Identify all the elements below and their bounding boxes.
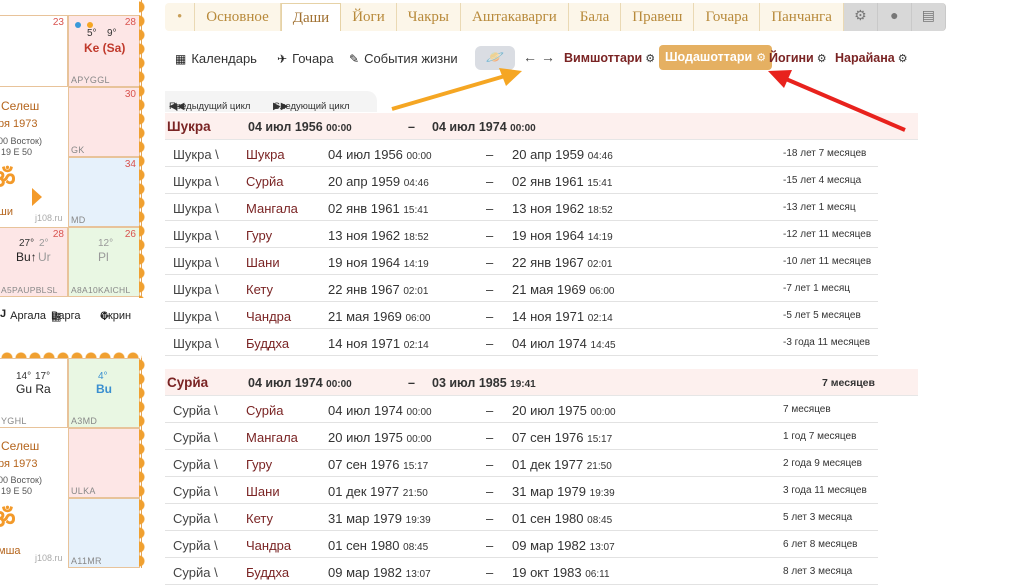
table-row[interactable]: Сурйа \ Кету 31 мар 1979 19:39 – 01 сен … [165,504,878,531]
dasha-group-header[interactable]: Шукра 04 июл 1956 00:00 – 04 июл 1974 00… [165,113,918,140]
chart-cell-bu[interactable]: 4° Bu A3MD [68,358,140,428]
table-row[interactable]: Шукра \ Кету 22 янв 1967 02:01 – 21 мая … [165,275,878,302]
tab-pravesh[interactable]: Правеш [621,3,695,31]
argala-icon: J [0,308,7,320]
chart-frame [0,348,142,358]
gear-icon: ⚙ [756,52,767,64]
chart-frame [139,0,151,298]
table-row[interactable]: Сурйа \ Гуру 07 сен 1976 15:17 – 01 дек … [165,450,878,477]
planet-toggle-button[interactable]: 🪐 [475,46,515,70]
globe-icon[interactable]: ● [877,3,912,31]
chart-cell-pl[interactable]: 26 12° Pl A8A10KAICHL [68,227,140,297]
tab-osnovnoe[interactable]: Основное [195,3,281,31]
gear-icon: ⚙ [816,53,827,65]
chart-panel: 23 28 5° 9° Ke (Sa) APYGGL Селеш ря 1973… [0,0,152,568]
dot-icon [75,22,81,28]
tab-bala[interactable]: Бала [569,3,622,31]
table-row[interactable]: Шукра \ Буддха 14 ноя 1971 02:14 – 04 ию… [165,329,878,356]
red-arrowhead [768,70,792,88]
table-row[interactable]: Шукра \ Чандра 21 мая 1969 06:00 – 14 но… [165,302,878,329]
life-events-button[interactable]: ✎ События жизни [349,51,458,66]
calendar-button[interactable]: ▦ Календарь [175,51,257,66]
chart-frame [139,358,151,568]
navamsha-chart: 14° 17° Gu Ra YGHL 4° Bu A3MD Селеш ря 1… [0,358,151,568]
chart-cell-ulka[interactable]: ULKA [68,428,140,498]
orange-arrowhead [499,68,522,86]
chart-cell-mr[interactable]: A11MR [68,498,140,568]
table-row[interactable]: Сурйа \ Чандра 01 сен 1980 08:45 – 09 ма… [165,531,878,558]
table-row[interactable]: Сурйа \ Сурйа 04 июл 1974 00:00 – 20 июл… [165,396,878,423]
tab-gochara[interactable]: Гочара [694,3,761,31]
tab-yogi[interactable]: Йоги [341,3,397,31]
tab-chakry[interactable]: Чакры [397,3,461,31]
chart-cell[interactable]: 23 [0,15,68,87]
edit-icon: ✎ [349,52,360,66]
arrow-left-icon[interactable]: ← [523,49,537,65]
chart-toolbar: J Аргала ▦ Варга ✥ Скрин [0,308,132,323]
book-icon[interactable]: ▤ [911,3,946,31]
chart-cell-gura[interactable]: 14° 17° Gu Ra YGHL [0,358,68,428]
chart-cell-ke[interactable]: 28 5° 9° Ke (Sa) APYGGL [68,15,140,87]
airplane-icon: ✈ [277,52,288,66]
argala-button[interactable]: J Аргала [0,308,46,322]
chart-cell-gk[interactable]: 30 GK [68,87,140,157]
om-icon: ॐ [0,164,16,194]
gear-icon: ⚙ [897,53,908,65]
play-icon[interactable] [32,188,42,206]
gear-icon: ⚙ [645,53,656,65]
tab-ashtakavargi[interactable]: Аштакаварги [461,3,569,31]
tab-dashi[interactable]: Даши [280,3,342,31]
chart-center: Селеш ря 1973 00 Восток) 19 E 50 ॐ мша j… [0,428,68,568]
system-vimshottari[interactable]: Вимшоттари ⚙ [564,51,655,65]
main-tabs: • Основное Даши Йоги Чакры Аштакаварги Б… [165,3,946,31]
tab-bullet[interactable]: • [165,3,196,31]
tab-panchanga[interactable]: Панчанга [760,3,844,31]
arrow-right-icon[interactable]: → [541,49,555,65]
table-row[interactable]: Шукра \ Гуру 13 ноя 1962 18:52 – 19 ноя … [165,221,878,248]
table-row[interactable]: Шукра \ Шукра 04 июл 1956 00:00 – 20 апр… [165,140,878,167]
group-gap [165,356,918,369]
dasha-group-header[interactable]: Сурйа 04 июл 1974 00:00 – 03 июл 1985 19… [165,369,918,396]
orange-arrow [391,74,506,111]
planet-icon: 🪐 [485,49,505,66]
system-yogini[interactable]: Йогини ⚙ [769,51,827,65]
chart-center: Селеш ря 1973 00 Восток) 19 E 50 ॐ ши j1… [0,87,68,227]
table-row[interactable]: Шукра \ Мангала 02 янв 1961 15:41 – 13 н… [165,194,878,221]
cycle-nav: ◀◀ Предыдущий цикл ▶▶ Следующий цикл [165,91,377,112]
gochara-button[interactable]: ✈ Гочара [277,51,334,66]
birth-chart: 23 28 5° 9° Ke (Sa) APYGGL Селеш ря 1973… [0,0,151,298]
table-row[interactable]: Шукра \ Сурйа 20 апр 1959 04:46 – 02 янв… [165,167,878,194]
table-row[interactable]: Сурйа \ Шани 01 дек 1977 21:50 – 31 мар … [165,477,878,504]
calendar-icon: ▦ [175,52,187,66]
system-narayana[interactable]: Нарайана ⚙ [835,51,908,65]
chart-cell-bu[interactable]: 28 27° 2° Bu↑ Ur A5PAUPBLSL [0,227,68,297]
system-shodashottari[interactable]: Шодашоттари ⚙ [659,45,773,70]
chart-cell-md[interactable]: 34 MD [68,157,140,227]
table-row[interactable]: Сурйа \ Буддха 09 мар 1982 13:07 – 19 ок… [165,558,878,585]
table-row[interactable]: Шукра \ Шани 19 ноя 1964 14:19 – 22 янв … [165,248,878,275]
dasha-table: Шукра 04 июл 1956 00:00 – 04 июл 1974 00… [165,113,918,585]
gear-icon[interactable]: ⚙ [843,3,878,31]
om-icon: ॐ [0,504,16,534]
table-row[interactable]: Сурйа \ Мангала 20 июл 1975 00:00 – 07 с… [165,423,878,450]
